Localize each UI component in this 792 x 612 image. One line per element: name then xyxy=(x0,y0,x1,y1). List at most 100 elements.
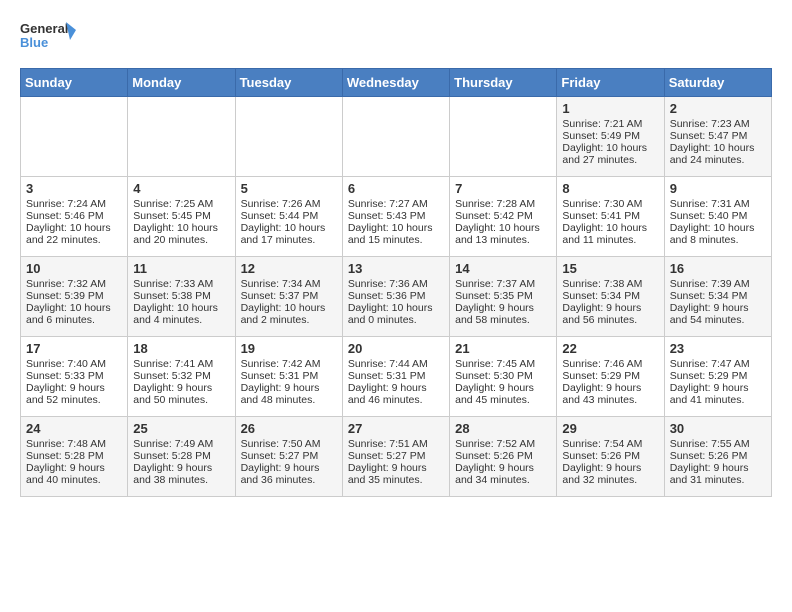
col-header-friday: Friday xyxy=(557,69,664,97)
cell-text: Sunrise: 7:47 AM xyxy=(670,358,766,370)
cell-text: Sunset: 5:39 PM xyxy=(26,290,122,302)
day-number: 20 xyxy=(348,341,444,356)
cell-text: Daylight: 9 hours and 31 minutes. xyxy=(670,462,766,486)
week-row-3: 10Sunrise: 7:32 AMSunset: 5:39 PMDayligh… xyxy=(21,257,772,337)
calendar-cell: 12 Sunrise: 7:34 AMSunset: 5:37 PMDayligh… xyxy=(235,257,342,337)
calendar-cell: 7Sunrise: 7:28 AMSunset: 5:42 PMDaylight… xyxy=(450,177,557,257)
day-number: 1 xyxy=(562,101,658,116)
page-header: GeneralBlue xyxy=(20,20,772,52)
day-number: 27 xyxy=(348,421,444,436)
cell-text: Sunrise: 7:38 AM xyxy=(562,278,658,290)
week-row-1: 1 Sunrise: 7:21 AMSunset: 5:49 PM Daylight… xyxy=(21,97,772,177)
cell-text: Daylight: 10 hours and 13 minutes. xyxy=(455,222,551,246)
calendar-cell: 3Sunrise: 7:24 AMSunset: 5:46 PMDaylight… xyxy=(21,177,128,257)
day-number: 12 xyxy=(241,261,337,276)
day-number: 21 xyxy=(455,341,551,356)
cell-text: Daylight: 9 hours and 58 minutes. xyxy=(455,302,551,326)
cell-text: Sunrise: 7:42 AM xyxy=(241,358,337,370)
cell-text: Sunset: 5:31 PM xyxy=(348,370,444,382)
day-number: 10 xyxy=(26,261,122,276)
col-header-wednesday: Wednesday xyxy=(342,69,449,97)
cell-text: Sunset: 5:49 PM xyxy=(562,130,658,142)
cell-text: Sunset: 5:40 PM xyxy=(670,210,766,222)
logo: GeneralBlue xyxy=(20,20,80,52)
calendar-cell: 8Sunrise: 7:30 AMSunset: 5:41 PMDaylight… xyxy=(557,177,664,257)
cell-text: Daylight: 10 hours and 20 minutes. xyxy=(133,222,229,246)
calendar-cell: 26Sunrise: 7:50 AMSunset: 5:27 PMDayligh… xyxy=(235,417,342,497)
day-number: 6 xyxy=(348,181,444,196)
calendar-cell xyxy=(450,97,557,177)
calendar-cell: 28Sunrise: 7:52 AMSunset: 5:26 PMDayligh… xyxy=(450,417,557,497)
calendar-cell: 29Sunrise: 7:54 AMSunset: 5:26 PMDayligh… xyxy=(557,417,664,497)
cell-text: Sunrise: 7:34 AM xyxy=(241,278,337,290)
cell-text: Sunrise: 7:33 AM xyxy=(133,278,229,290)
week-row-2: 3Sunrise: 7:24 AMSunset: 5:46 PMDaylight… xyxy=(21,177,772,257)
calendar-cell: 17Sunrise: 7:40 AMSunset: 5:33 PMDayligh… xyxy=(21,337,128,417)
day-number: 24 xyxy=(26,421,122,436)
day-number: 23 xyxy=(670,341,766,356)
day-number: 8 xyxy=(562,181,658,196)
cell-text: Sunset: 5:45 PM xyxy=(133,210,229,222)
cell-text: Daylight: 10 hours and 17 minutes. xyxy=(241,222,337,246)
cell-text: Daylight: 10 hours and 22 minutes. xyxy=(26,222,122,246)
calendar-cell: 9Sunrise: 7:31 AMSunset: 5:40 PMDaylight… xyxy=(664,177,771,257)
cell-text: Sunset: 5:26 PM xyxy=(562,450,658,462)
header-row: SundayMondayTuesdayWednesdayThursdayFrid… xyxy=(21,69,772,97)
calendar-cell: 15Sunrise: 7:38 AMSunset: 5:34 PMDayligh… xyxy=(557,257,664,337)
cell-text: Sunset: 5:37 PM xyxy=(241,290,337,302)
cell-text: Sunset: 5:36 PM xyxy=(348,290,444,302)
cell-text: Sunrise: 7:30 AM xyxy=(562,198,658,210)
cell-text: Sunset: 5:27 PM xyxy=(241,450,337,462)
calendar-cell: 4 Sunrise: 7:25 AMSunset: 5:45 PMDaylight… xyxy=(128,177,235,257)
calendar-cell: 11Sunrise: 7:33 AMSunset: 5:38 PMDayligh… xyxy=(128,257,235,337)
cell-text: Sunset: 5:29 PM xyxy=(562,370,658,382)
cell-text: Sunrise: 7:37 AM xyxy=(455,278,551,290)
day-number: 30 xyxy=(670,421,766,436)
cell-text: Sunset: 5:28 PM xyxy=(133,450,229,462)
cell-text: Daylight: 10 hours and 24 minutes. xyxy=(670,142,766,166)
col-header-thursday: Thursday xyxy=(450,69,557,97)
cell-text: Sunrise: 7:25 AM xyxy=(133,198,229,210)
cell-text: Sunset: 5:30 PM xyxy=(455,370,551,382)
svg-text:General: General xyxy=(20,21,68,36)
day-number: 5 xyxy=(241,181,337,196)
calendar-cell: 18Sunrise: 7:41 AMSunset: 5:32 PMDayligh… xyxy=(128,337,235,417)
cell-text: Sunset: 5:43 PM xyxy=(348,210,444,222)
week-row-4: 17Sunrise: 7:40 AMSunset: 5:33 PMDayligh… xyxy=(21,337,772,417)
calendar-cell: 14Sunrise: 7:37 AMSunset: 5:35 PMDayligh… xyxy=(450,257,557,337)
cell-text: Daylight: 10 hours and 0 minutes. xyxy=(348,302,444,326)
cell-text: Sunrise: 7:23 AM xyxy=(670,118,766,130)
cell-text: Daylight: 10 hours and 4 minutes. xyxy=(133,302,229,326)
cell-text: Sunrise: 7:50 AM xyxy=(241,438,337,450)
cell-text: Daylight: 9 hours and 46 minutes. xyxy=(348,382,444,406)
cell-text: Sunset: 5:29 PM xyxy=(670,370,766,382)
cell-text: Daylight: 10 hours and 15 minutes. xyxy=(348,222,444,246)
cell-text: Sunrise: 7:55 AM xyxy=(670,438,766,450)
calendar-cell: 6Sunrise: 7:27 AMSunset: 5:43 PMDaylight… xyxy=(342,177,449,257)
cell-text: Daylight: 9 hours and 52 minutes. xyxy=(26,382,122,406)
day-number: 22 xyxy=(562,341,658,356)
cell-text: Sunrise: 7:28 AM xyxy=(455,198,551,210)
day-number: 9 xyxy=(670,181,766,196)
cell-text: Sunrise: 7:51 AM xyxy=(348,438,444,450)
cell-text: Sunset: 5:26 PM xyxy=(455,450,551,462)
cell-text: Sunset: 5:33 PM xyxy=(26,370,122,382)
cell-text: Daylight: 10 hours and 2 minutes. xyxy=(241,302,337,326)
day-number: 18 xyxy=(133,341,229,356)
cell-text: Sunset: 5:27 PM xyxy=(348,450,444,462)
day-number: 4 xyxy=(133,181,229,196)
cell-text: Sunrise: 7:41 AM xyxy=(133,358,229,370)
cell-text: Sunrise: 7:21 AM xyxy=(562,118,658,130)
day-number: 19 xyxy=(241,341,337,356)
cell-text: Sunrise: 7:36 AM xyxy=(348,278,444,290)
cell-text: Daylight: 9 hours and 36 minutes. xyxy=(241,462,337,486)
cell-text: Sunset: 5:41 PM xyxy=(562,210,658,222)
cell-text: Sunrise: 7:44 AM xyxy=(348,358,444,370)
cell-text: Daylight: 10 hours and 8 minutes. xyxy=(670,222,766,246)
calendar-cell: 16Sunrise: 7:39 AMSunset: 5:34 PMDayligh… xyxy=(664,257,771,337)
svg-text:Blue: Blue xyxy=(20,35,48,50)
cell-text: Sunrise: 7:48 AM xyxy=(26,438,122,450)
cell-text: Sunset: 5:34 PM xyxy=(670,290,766,302)
calendar-cell: 25Sunrise: 7:49 AMSunset: 5:28 PMDayligh… xyxy=(128,417,235,497)
calendar-cell: 22Sunrise: 7:46 AMSunset: 5:29 PMDayligh… xyxy=(557,337,664,417)
